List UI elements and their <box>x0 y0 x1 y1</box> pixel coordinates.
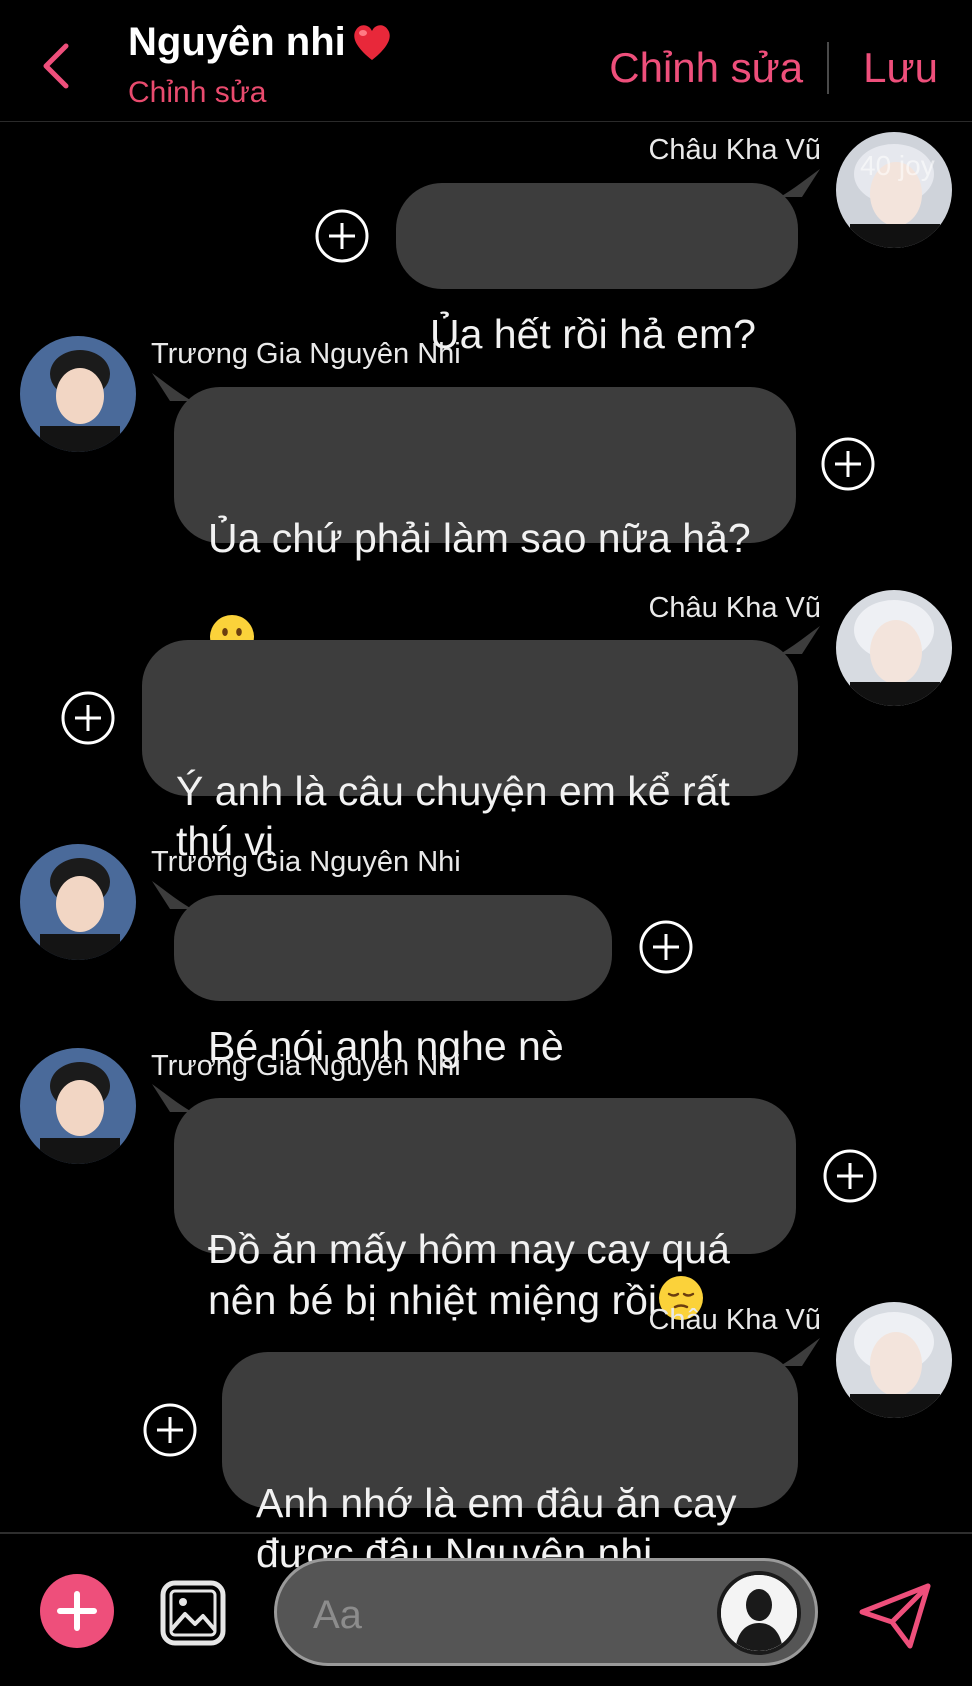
message-bubble[interactable]: Ủa hết rồi hả em? <box>396 169 820 357</box>
avatar-truong-gia-nguyen-nhi[interactable] <box>20 1048 136 1164</box>
message-sender: Châu Kha Vũ <box>648 592 821 624</box>
plus-circle-icon <box>61 691 115 745</box>
message-bubble[interactable]: Đồ ăn mấy hôm nay cay quá nên bé bị nhiệ… <box>152 1084 796 1323</box>
add-reaction-button[interactable] <box>60 690 116 746</box>
add-reaction-button[interactable] <box>822 1148 878 1204</box>
message-sender: Trương Gia Nguyên Nhi <box>151 846 461 878</box>
plus-circle-icon <box>823 1149 877 1203</box>
add-reaction-button[interactable] <box>142 1402 198 1458</box>
red-heart-icon <box>354 25 390 60</box>
watermark-text: 40 joy <box>860 150 935 181</box>
send-icon <box>859 1583 931 1649</box>
plus-icon <box>57 1591 97 1631</box>
bubble-tail <box>152 881 192 909</box>
message-bubble[interactable]: Ý anh là câu chuyện em kể rất thú vị <box>142 626 820 864</box>
chat-title-text: Nguyên nhi <box>128 20 346 64</box>
bubble-tail <box>152 1084 192 1112</box>
header-divider <box>827 42 830 94</box>
avatar-image <box>836 1302 952 1418</box>
avatar-image <box>836 590 952 706</box>
header: Nguyên nhi Chỉnh sửa Chỉnh sửa Lưu <box>0 0 972 122</box>
send-button[interactable] <box>858 1580 934 1652</box>
avatar-image <box>20 1048 136 1164</box>
avatar-image <box>20 844 136 960</box>
chat-screen: Nguyên nhi Chỉnh sửa Chỉnh sửa Lưu Châu … <box>0 0 972 1686</box>
persona-avatar-button[interactable] <box>717 1571 801 1655</box>
avatar-image <box>20 336 136 452</box>
message-text: Ủa chứ phải làm sao nữa hả? <box>208 515 751 561</box>
bubble-tail <box>780 1338 820 1366</box>
bubble-tail <box>780 626 820 654</box>
plus-circle-icon <box>639 920 693 974</box>
bubble-tail <box>152 373 192 401</box>
chat-subtitle[interactable]: Chỉnh sửa <box>128 76 394 110</box>
avatar-chau-kha-vu[interactable] <box>836 1302 952 1418</box>
person-silhouette-icon <box>721 1575 797 1651</box>
add-reaction-button[interactable] <box>638 919 694 975</box>
bubble-tail <box>780 169 820 197</box>
message-text: Ủa hết rồi hả em? <box>430 311 756 357</box>
add-attachment-button[interactable] <box>40 1574 114 1648</box>
add-reaction-button[interactable] <box>820 436 876 492</box>
avatar-truong-gia-nguyen-nhi[interactable] <box>20 844 136 960</box>
message-sender: Châu Kha Vũ <box>648 134 821 166</box>
add-reaction-button[interactable] <box>314 208 370 264</box>
plus-circle-icon <box>821 437 875 491</box>
avatar-truong-gia-nguyen-nhi[interactable] <box>20 336 136 452</box>
back-button[interactable] <box>38 40 78 92</box>
message-bubble[interactable]: Ủa chứ phải làm sao nữa hả? <box>152 373 796 659</box>
message-input[interactable] <box>313 1587 673 1643</box>
gallery-button[interactable] <box>158 1578 228 1648</box>
edit-button[interactable]: Chỉnh sửa <box>609 43 803 93</box>
avatar-chau-kha-vu[interactable] <box>836 590 952 706</box>
message-sender: Châu Kha Vũ <box>648 1304 821 1336</box>
message-input-container <box>274 1558 818 1666</box>
chat-title: Nguyên nhi <box>128 18 394 66</box>
plus-circle-icon <box>143 1403 197 1457</box>
image-gallery-icon <box>160 1580 226 1646</box>
composer-bar <box>0 1532 972 1686</box>
title-block: Nguyên nhi Chỉnh sửa <box>128 18 394 110</box>
save-button[interactable]: Lưu <box>863 43 938 93</box>
header-actions: Chỉnh sửa Lưu <box>609 42 938 94</box>
message-bubble[interactable]: Bé nói anh nghe nè <box>152 881 612 1069</box>
plus-circle-icon <box>315 209 369 263</box>
message-bubble[interactable]: Anh nhớ là em đâu ăn cay được đâu Nguyên… <box>222 1338 820 1576</box>
chevron-left-icon <box>43 43 69 89</box>
message-sender: Trương Gia Nguyên Nhi <box>151 338 461 370</box>
message-sender: Trương Gia Nguyên Nhi <box>151 1050 461 1082</box>
